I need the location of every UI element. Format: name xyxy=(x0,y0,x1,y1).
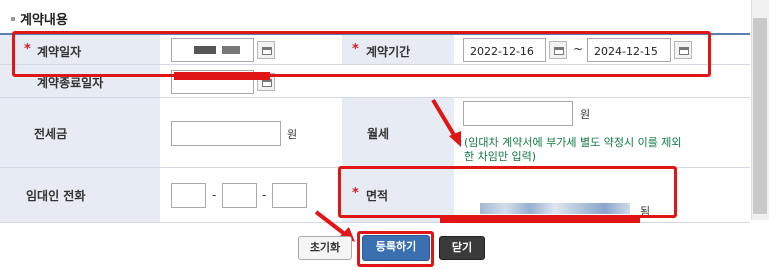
section-title: 계약내용 xyxy=(20,13,68,28)
monthly-rent-input[interactable] xyxy=(463,101,573,126)
monthly-rent-unit: 원 xyxy=(580,108,591,121)
label-cell-deposit xyxy=(0,98,160,168)
phone-separator: - xyxy=(262,188,267,202)
reset-button[interactable]: 초기화 xyxy=(298,236,352,260)
annotation-box-contract-row xyxy=(12,31,711,77)
close-button[interactable]: 닫기 xyxy=(439,236,485,260)
landlord-phone-label: 임대인 전화 xyxy=(26,189,86,203)
phone-part1-input[interactable] xyxy=(171,183,206,208)
section-bullet xyxy=(11,17,15,21)
deposit-label: 전세금 xyxy=(34,127,68,141)
scrollbar-thumb[interactable] xyxy=(753,18,767,214)
phone-part2-input[interactable] xyxy=(222,183,257,208)
redaction-bar xyxy=(174,72,270,80)
deposit-input[interactable] xyxy=(171,121,281,146)
annotation-box-submit xyxy=(357,231,434,267)
vat-note: (임대차 계약서에 부가세 별도 약정시 이를 제외한 차임만 입력) xyxy=(464,136,682,163)
phone-separator: - xyxy=(212,188,217,202)
deposit-unit: 원 xyxy=(287,128,298,141)
redaction-bar xyxy=(440,215,640,223)
